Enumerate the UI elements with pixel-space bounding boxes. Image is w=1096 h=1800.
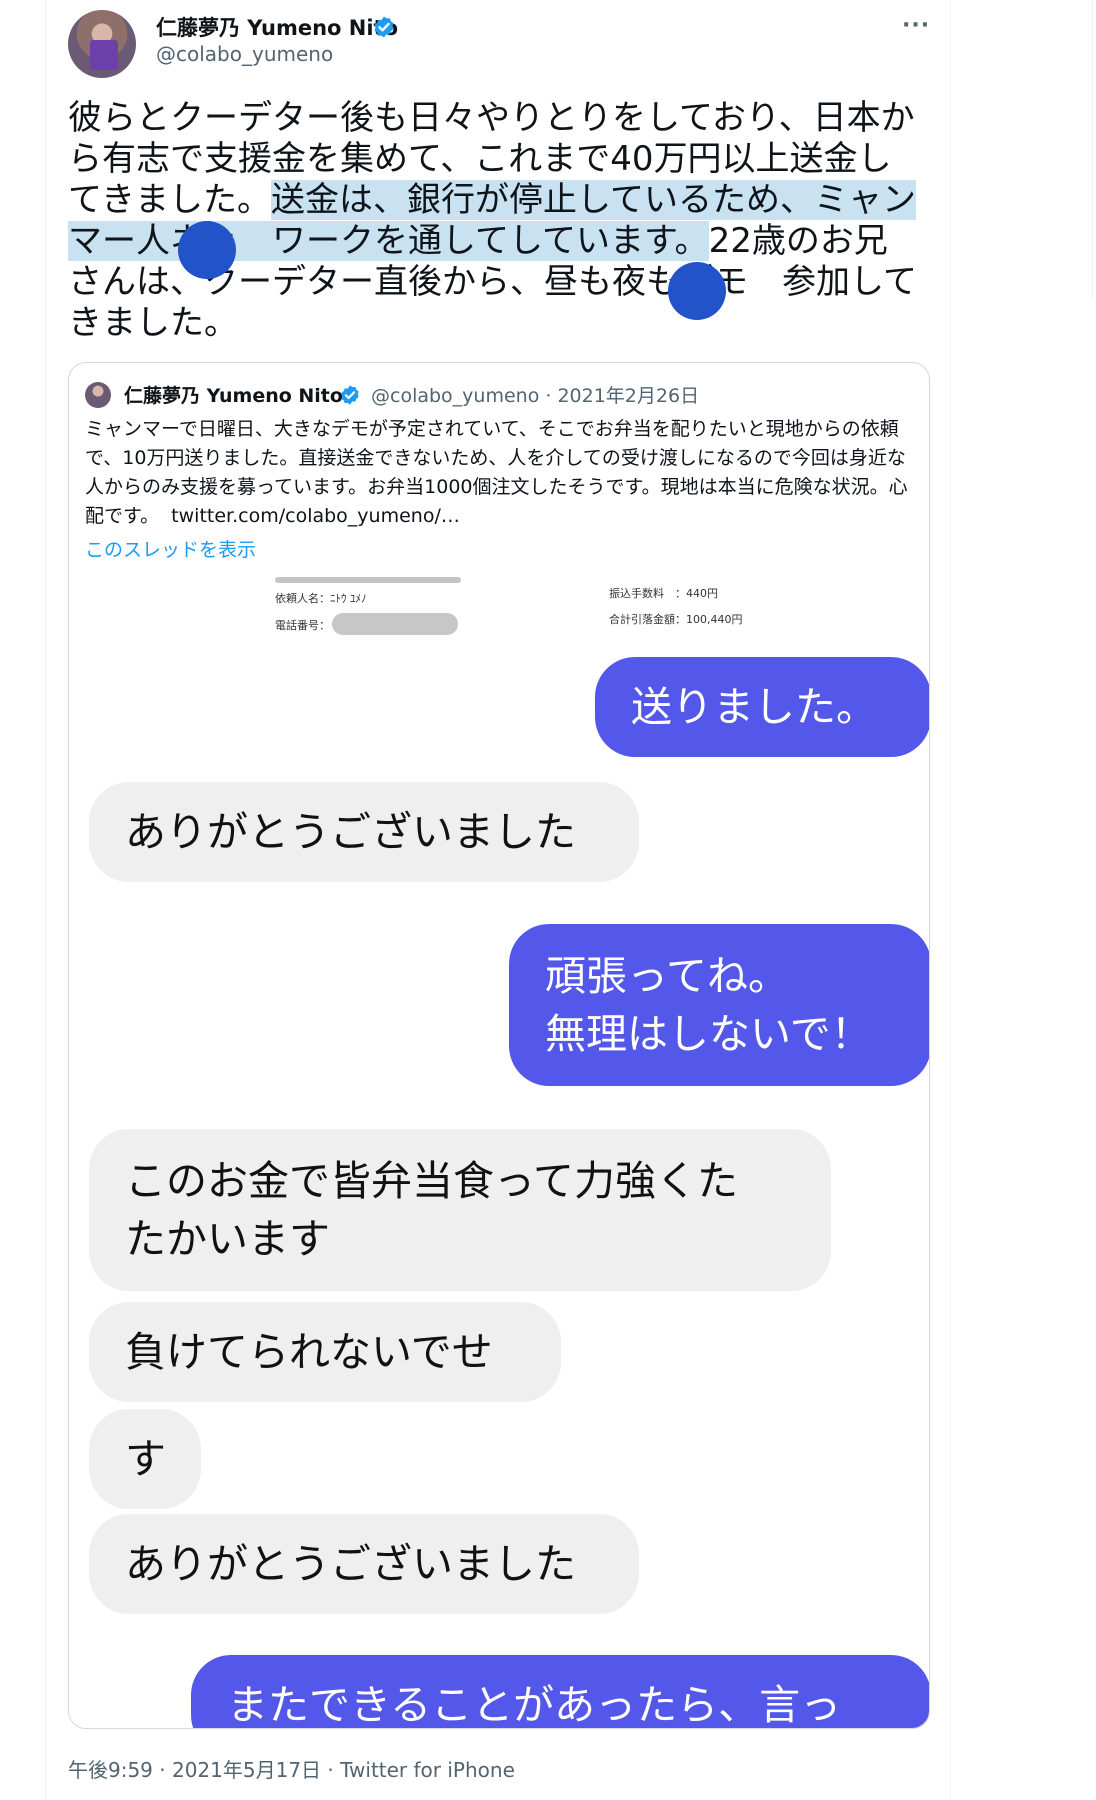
attached-screenshot[interactable]: 依頼人名：ﾆﾄｳ ﾕﾒﾉ 電話番号： 振込手数料 ：440円 合計引落金額：10… [69,577,929,1728]
author-handle[interactable]: @colabo_yumeno [156,42,333,66]
verified-badge-icon [374,16,394,38]
receipt-blurred-phone [332,613,458,635]
chat-bubble-incoming: す [89,1409,201,1509]
quote-author-avatar [85,382,111,408]
quote-handle-date: @colabo_yumeno · 2021年2月26日 [371,385,700,407]
redaction-mark [668,262,726,320]
show-thread-link[interactable]: このスレッドを表示 [85,535,256,562]
redaction-mark [178,221,236,279]
receipt-total: 合計引落金額：100,440円 [609,613,743,626]
tweet-timestamp[interactable]: 午後9:59 · 2021年5月17日 · Twitter for iPhone [68,1754,515,1783]
receipt-fee: 振込手数料 ：440円 [609,587,718,600]
tweet-text: 彼らとクーデター後も日々やりとりをしており、日本から有志で支援金を集めて、これま… [68,98,918,344]
chat-bubble-outgoing: 頑張ってね。 無理はしないで！ [509,924,929,1086]
timeline-border-right [950,0,951,1800]
sidebar-border [1092,0,1093,300]
chat-bubble-incoming: このお金で皆弁当食って力強くた たかいます [89,1129,831,1291]
chat-bubble-outgoing: またできることがあったら、言っ [191,1655,929,1728]
chat-bubble-incoming: 負けてられないでせ [89,1302,561,1402]
chat-bubble-outgoing: 送りました。 [595,657,929,757]
verified-badge-icon [341,385,359,405]
chat-bubble-incoming: ありがとうございました [89,1514,639,1614]
more-horizontal-icon[interactable]: ··· [902,14,930,38]
quoted-tweet-card[interactable]: 仁藤夢乃 Yumeno Nito @colabo_yumeno · 2021年2… [68,362,930,1729]
avatar-sign-graphic [90,40,118,70]
quote-author-name: 仁藤夢乃 Yumeno Nito [124,385,343,407]
author-avatar[interactable] [68,10,136,78]
timeline-border-left [45,0,46,1800]
receipt-requester: 依頼人名：ﾆﾄｳ ﾕﾒﾉ [275,592,367,605]
author-name[interactable]: 仁藤夢乃 Yumeno Nito [156,12,398,42]
quote-text: ミャンマーで日曜日、大きなデモが予定されていて、そこでお弁当を配りたいと現地から… [85,418,908,527]
chat-bubble-incoming: ありがとうございました [89,782,639,882]
receipt-divider [275,577,461,583]
receipt-phone: 電話番号： [275,619,330,632]
